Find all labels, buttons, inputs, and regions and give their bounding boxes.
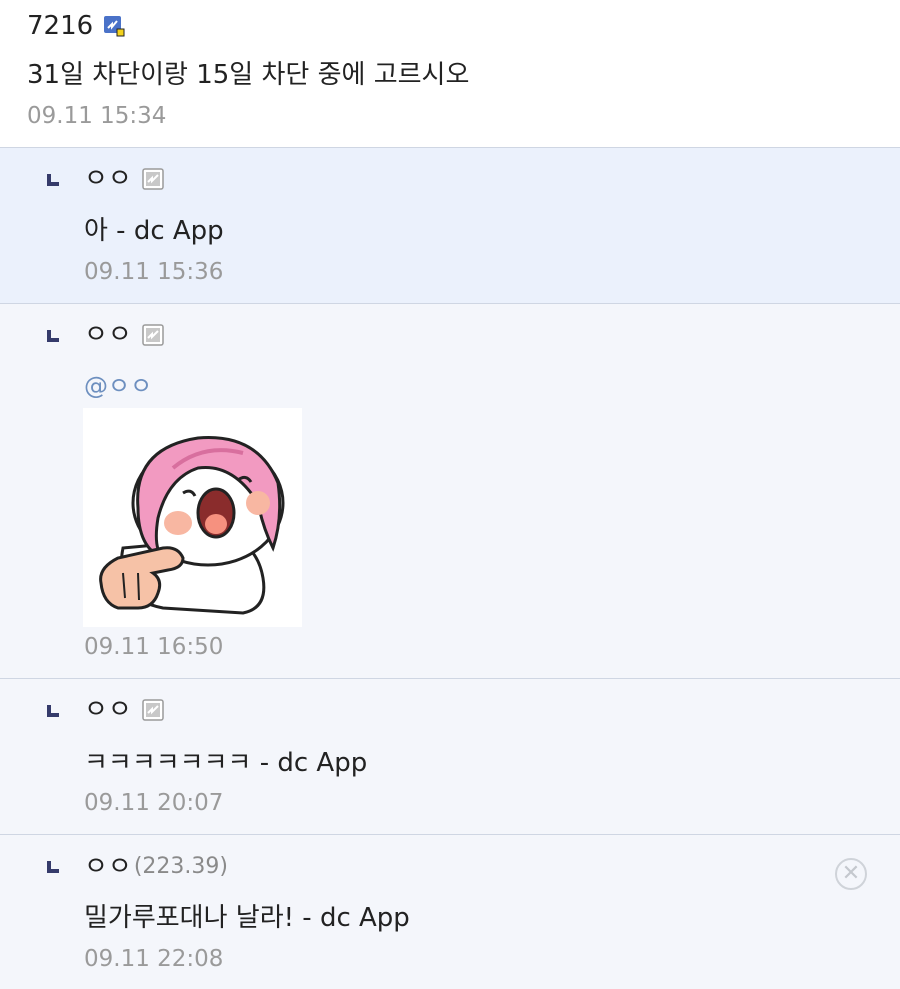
post-header: 7216 31일 차단이랑 15일 차단 중에 고르시오 09.11 15:34 [0,0,900,147]
reply-author-name: ㅇㅇ [84,164,132,194]
reply-marker-icon [47,861,59,873]
reply-marker-icon [47,174,59,186]
reply-author[interactable]: ㅇㅇ [84,319,164,351]
reply-date: 09.11 22:08 [84,946,224,972]
comment-thread: 7216 31일 차단이랑 15일 차단 중에 고르시오 09.11 15:34… [0,0,900,989]
post-author[interactable]: 7216 [27,10,125,42]
reply-author-name: ㅇㅇ [84,320,132,350]
reply-body: 밀가루포대나 날라! - dc App [84,903,410,933]
reply-date: 09.11 16:50 [84,634,224,660]
reply-author[interactable]: ㅇㅇ [84,694,164,726]
post-date: 09.11 15:34 [27,103,167,129]
reply-item: ㅇㅇ (223.39) ✕ 밀가루포대나 날라! - dc App 09.11 … [0,835,900,989]
crying-character-sticker-icon [99,436,285,615]
reply-item: ㅇㅇ ㅋㅋㅋㅋㅋㅋㅋ - dc App 09.11 20:07 [0,679,900,834]
close-circle-icon[interactable]: ✕ [835,858,867,890]
gallog-fixed-icon [142,324,164,346]
reply-item: ㅇㅇ @ㅇㅇ 09.11 16:50 [0,304,900,678]
reply-date: 09.11 20:07 [84,790,224,816]
reply-author[interactable]: ㅇㅇ [84,163,164,195]
reply-body: 아 - dc App [84,216,224,246]
reply-item: ㅇㅇ 아 - dc App 09.11 15:36 [0,148,900,303]
gallog-fixed-icon [142,699,164,721]
reply-author-name: ㅇㅇ [84,852,132,882]
post-body: 31일 차단이랑 15일 차단 중에 고르시오 [27,60,470,90]
reply-date: 09.11 15:36 [84,259,224,285]
mention-link[interactable]: @ㅇㅇ [84,371,152,401]
gallog-fixed-icon [142,168,164,190]
reply-marker-icon [47,705,59,717]
sticker-image[interactable] [83,408,302,627]
reply-author-ip: (223.39) [133,854,228,879]
reply-author[interactable]: ㅇㅇ (223.39) [84,851,228,883]
gallog-member-icon [104,16,125,37]
reply-body: ㅋㅋㅋㅋㅋㅋㅋ - dc App [84,748,368,778]
post-author-name: 7216 [27,11,94,41]
reply-marker-icon [47,330,59,342]
reply-author-name: ㅇㅇ [84,695,132,725]
